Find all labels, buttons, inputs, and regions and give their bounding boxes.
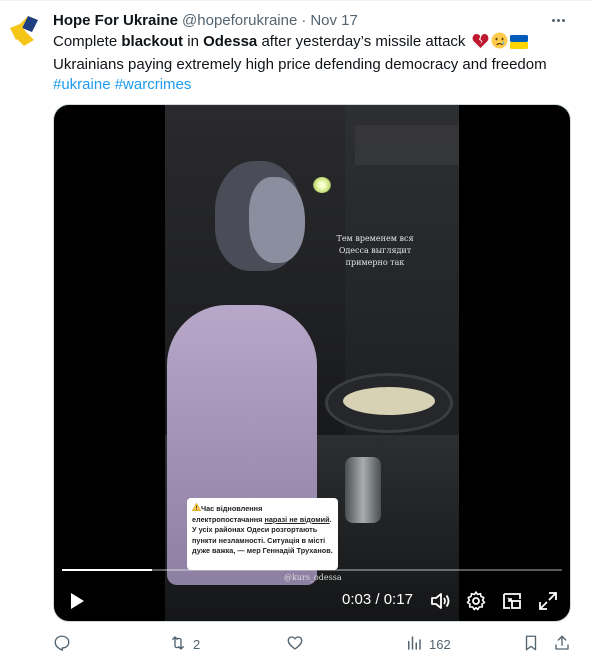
reply-icon [53,634,71,655]
share-button[interactable] [553,630,571,658]
caption-underlined: наразі не відомий [264,514,330,524]
video-overlay-russian-caption: Тем временем вся Одесса выглядит примерн… [330,233,420,269]
video-progress-bar[interactable] [62,569,562,571]
warning-icon [191,502,202,513]
video-player[interactable]: Тем временем вся Одесса выглядит примерн… [53,104,571,622]
video-scene-face [249,177,305,263]
video-progress-fill [62,569,152,571]
retweet-icon [169,634,187,655]
caption-line: Одесса выглядит [338,246,412,255]
views-icon [405,634,423,655]
volume-icon[interactable] [428,589,452,613]
text-bold-blackout: blackout [121,33,184,50]
text-part: Complete [53,33,122,50]
retweet-count: 2 [193,636,201,652]
bookmark-icon [522,634,540,655]
time-separator: / [371,591,384,608]
pip-icon[interactable] [500,589,524,613]
play-icon[interactable] [64,589,88,613]
video-scene-shelf [355,125,459,165]
heart-icon [286,634,304,655]
broken-heart-icon [472,33,489,55]
tweet-text: Complete blackout in Odessa after yester… [53,32,583,95]
hope-for-ukraine-logo-icon [4,10,44,50]
views-count: 162 [429,636,451,652]
text-part: in [183,33,204,50]
more-options-icon[interactable] [546,8,570,32]
ukraine-flag-icon [509,35,528,55]
tweet-line-2: Ukrainians paying extremely high price d… [53,56,547,73]
hashtag-warcrimes[interactable]: #warcrimes [115,76,192,93]
author-name[interactable]: Hope For Ukraine [53,12,178,29]
video-scene-gas-canister [345,457,381,523]
caption-line: Тем временем вся [336,234,414,243]
separator-dot: · [301,11,307,29]
tweet-line-1: Complete blackout in Odessa after yester… [53,32,583,55]
duration: 0:17 [383,591,413,608]
tweet-hashtags: #ukraine #warcrimes [53,75,583,95]
video-overlay-ukrainian-caption: Час відновлення електропостачання наразі… [187,498,338,570]
settings-icon[interactable] [464,589,488,613]
tweet-actions: 2 162 [53,630,573,658]
retweet-button[interactable]: 2 [169,630,200,658]
crying-face-icon [491,32,508,55]
divider [0,0,592,1]
hashtag-ukraine[interactable]: #ukraine [53,76,111,93]
text-part: after yesterday’s missile attack [257,33,470,50]
share-icon [553,634,571,655]
tweet-date[interactable]: Nov 17 [310,12,358,29]
bookmark-button[interactable] [522,630,540,658]
video-scene-food [343,387,435,415]
video-time: 0:03 / 0:17 [342,590,413,610]
tweet-header: Hope For Ukraine @hopeforukraine · Nov 1… [53,10,358,30]
headlamp-light [313,177,331,193]
reply-button[interactable] [53,630,77,658]
fullscreen-icon[interactable] [536,589,560,613]
current-time: 0:03 [342,591,372,608]
caption-line: примерно так [345,258,405,267]
author-handle[interactable]: @hopeforukraine [182,12,297,29]
video-watermark: @kurs_odessa [284,573,342,582]
text-bold-odessa: Odessa [203,33,258,50]
like-button[interactable] [286,630,310,658]
views-button[interactable]: 162 [405,630,451,658]
avatar[interactable] [4,10,44,50]
caption-text: Час відновлення електропостачання [192,504,265,524]
